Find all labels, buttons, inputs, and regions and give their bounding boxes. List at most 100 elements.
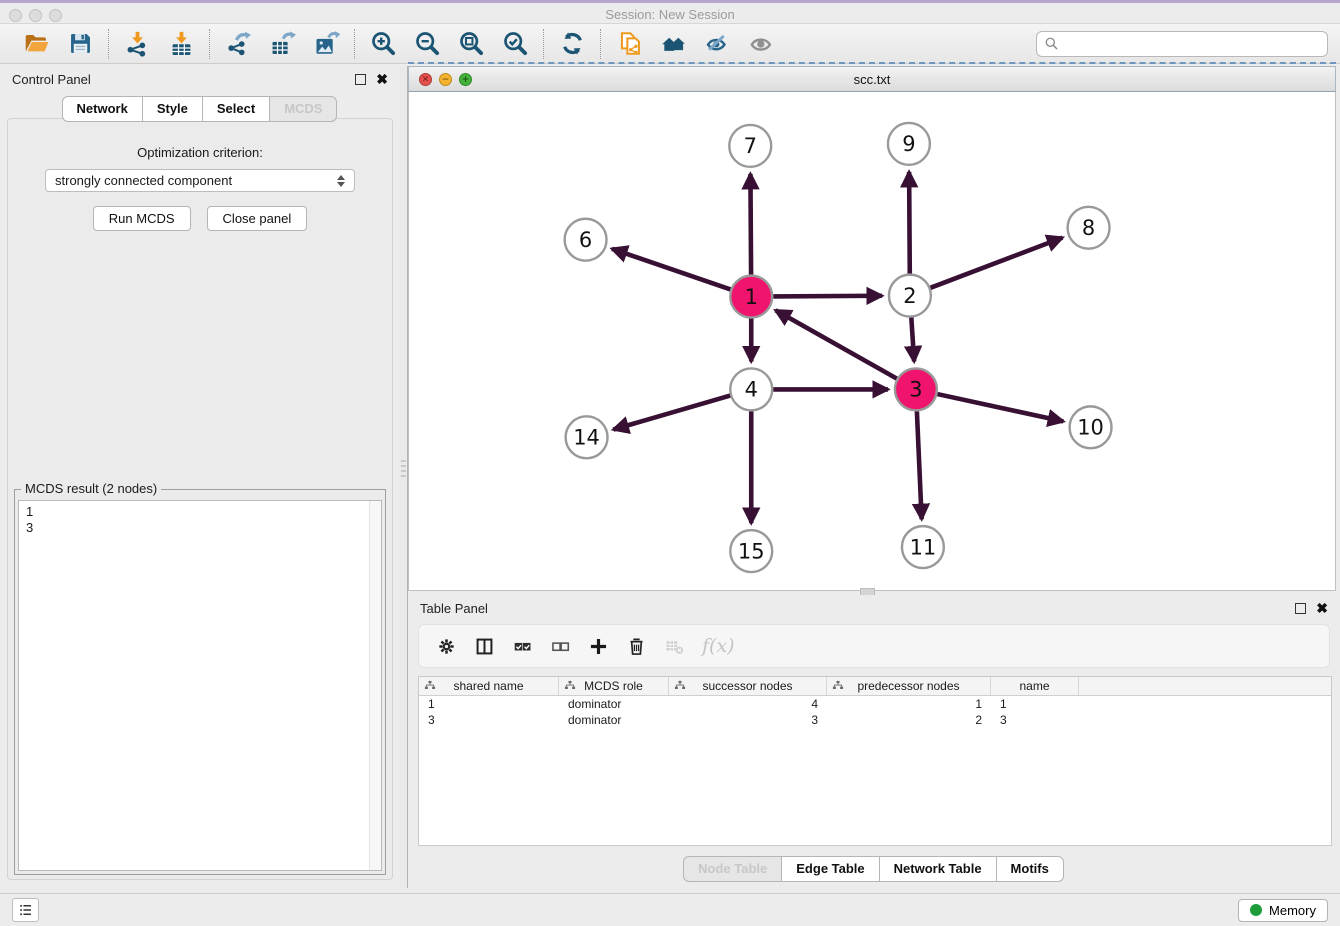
tab-select[interactable]: Select	[202, 96, 270, 122]
table-tab-network-table[interactable]: Network Table	[879, 856, 997, 882]
network-frame-titlebar[interactable]: ✕ − + scc.txt	[408, 66, 1336, 92]
table-cell[interactable]: 4	[669, 697, 827, 711]
import-network-button[interactable]	[120, 27, 154, 61]
control-panel-title: Control Panel	[12, 72, 91, 87]
table-cell[interactable]: dominator	[559, 713, 669, 727]
table-cell[interactable]: dominator	[559, 697, 669, 711]
graph-edge-2-8[interactable]	[930, 238, 1062, 288]
deselect-all-rows-icon	[550, 636, 571, 657]
memory-status-icon	[1250, 904, 1262, 916]
add-column-button[interactable]	[588, 636, 609, 657]
criterion-dropdown[interactable]: strongly connected component	[45, 169, 355, 192]
select-all-rows-button[interactable]	[512, 636, 533, 657]
close-table-panel-icon[interactable]: ✖	[1316, 601, 1328, 615]
table-settings-button[interactable]	[436, 636, 457, 657]
mcds-result-textarea[interactable]: 13	[18, 500, 382, 871]
table-cell[interactable]: 2	[827, 713, 991, 727]
close-panel-icon[interactable]: ✖	[376, 72, 388, 86]
zoom-out-button[interactable]	[410, 27, 444, 61]
new-network-from-selection-button[interactable]	[612, 27, 646, 61]
panel-splitter-vertical[interactable]	[400, 66, 408, 888]
export-table-button[interactable]	[265, 27, 299, 61]
dropdown-stepper-icon	[337, 175, 345, 187]
tab-network[interactable]: Network	[62, 96, 143, 122]
table-row[interactable]: 1dominator411	[419, 696, 1331, 712]
toggle-columns-button[interactable]	[474, 636, 495, 657]
zoom-fit-button[interactable]	[454, 27, 488, 61]
refresh-view-button[interactable]	[555, 27, 589, 61]
graph-node-label-2: 2	[903, 284, 916, 308]
table-tab-motifs[interactable]: Motifs	[996, 856, 1064, 882]
graph-edge-3-11[interactable]	[917, 411, 922, 519]
mcds-result-line: 3	[26, 520, 374, 536]
show-all-button[interactable]	[744, 27, 778, 61]
network-graph[interactable]: 7968124314101511	[409, 92, 1335, 590]
open-session-button[interactable]	[19, 27, 53, 61]
toolbar-group	[601, 27, 789, 61]
toolbar-group	[210, 27, 354, 61]
table-cell[interactable]: 1	[991, 697, 1079, 711]
graph-edge-3-10[interactable]	[937, 394, 1063, 421]
toolbar-group	[109, 27, 209, 61]
float-table-panel-icon[interactable]	[1295, 603, 1306, 614]
table-panel-title: Table Panel	[420, 601, 488, 616]
table-cell[interactable]: 1	[827, 697, 991, 711]
add-column-icon	[588, 636, 609, 657]
session-title: Session: New Session	[0, 7, 1340, 22]
column-header-successor-nodes[interactable]: successor nodes	[669, 677, 827, 695]
hide-selected-button[interactable]	[700, 27, 734, 61]
import-table-button[interactable]	[164, 27, 198, 61]
graph-edge-3-1[interactable]	[776, 310, 897, 378]
first-neighbors-icon	[660, 30, 687, 57]
run-mcds-button[interactable]: Run MCDS	[93, 206, 191, 231]
export-table-icon	[269, 30, 296, 57]
graph-edge-2-3[interactable]	[911, 318, 914, 362]
first-neighbors-button[interactable]	[656, 27, 690, 61]
tab-mcds[interactable]: MCDS	[269, 96, 337, 122]
float-panel-icon[interactable]	[355, 74, 366, 85]
splitter-grip[interactable]	[401, 460, 406, 478]
graph-edge-4-14[interactable]	[613, 396, 730, 430]
graph-edge-1-2[interactable]	[773, 296, 882, 297]
zoom-selected-icon	[502, 30, 529, 57]
zoom-in-button[interactable]	[366, 27, 400, 61]
save-session-button[interactable]	[63, 27, 97, 61]
focus-indicator	[408, 62, 1336, 64]
search-box[interactable]	[1036, 31, 1328, 57]
network-canvas[interactable]: 7968124314101511	[408, 92, 1336, 591]
task-history-button[interactable]	[12, 898, 39, 922]
tab-style[interactable]: Style	[142, 96, 203, 122]
column-header-mcds-role[interactable]: MCDS role	[559, 677, 669, 695]
graph-edge-1-7[interactable]	[750, 174, 751, 275]
table-cell[interactable]: 3	[419, 713, 559, 727]
table-tab-edge-table[interactable]: Edge Table	[781, 856, 879, 882]
column-header-shared-name[interactable]: shared name	[419, 677, 559, 695]
toolbar-group	[544, 27, 600, 61]
export-image-button[interactable]	[309, 27, 343, 61]
table-cell[interactable]: 3	[669, 713, 827, 727]
graph-node-label-15: 15	[738, 539, 765, 563]
column-header-name[interactable]: name	[991, 677, 1079, 695]
new-network-from-selection-icon	[616, 30, 643, 57]
close-panel-button[interactable]: Close panel	[207, 206, 308, 231]
delete-columns-button[interactable]	[626, 636, 647, 657]
show-all-icon	[748, 30, 775, 57]
table-row[interactable]: 3dominator323	[419, 712, 1331, 728]
zoom-selected-button[interactable]	[498, 27, 532, 61]
mcds-result-line: 1	[26, 504, 374, 520]
criterion-selected-value: strongly connected component	[55, 173, 232, 188]
graph-edge-2-9[interactable]	[909, 172, 910, 274]
graph-node-label-7: 7	[744, 134, 757, 158]
deselect-all-rows-button[interactable]	[550, 636, 571, 657]
graph-edge-1-6[interactable]	[612, 249, 730, 290]
search-input[interactable]	[1064, 36, 1320, 51]
node-table[interactable]: shared nameMCDS rolesuccessor nodesprede…	[418, 676, 1332, 846]
delete-table-button	[664, 636, 685, 657]
table-cell[interactable]: 1	[419, 697, 559, 711]
export-network-button[interactable]	[221, 27, 255, 61]
table-cell[interactable]: 3	[991, 713, 1079, 727]
column-header-predecessor-nodes[interactable]: predecessor nodes	[827, 677, 991, 695]
table-tab-node-table[interactable]: Node Table	[683, 856, 782, 882]
memory-button[interactable]: Memory	[1238, 899, 1328, 922]
result-scrollbar[interactable]	[369, 501, 381, 870]
